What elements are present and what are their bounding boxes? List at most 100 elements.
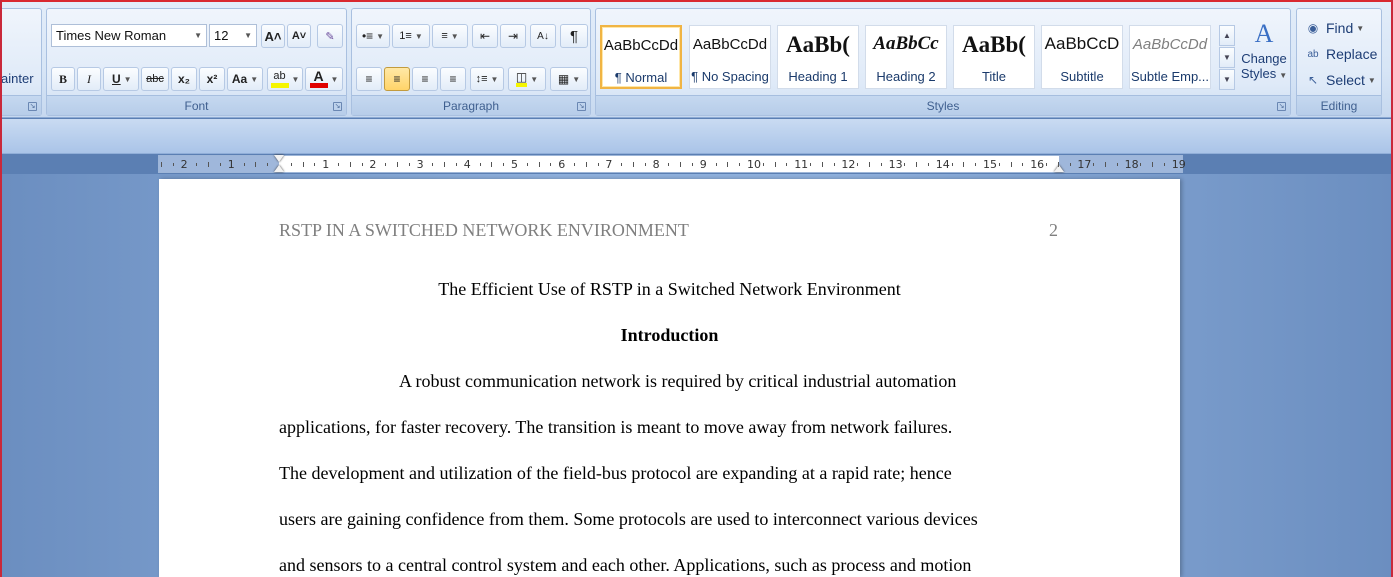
shading-button[interactable]: ◫ ▼ <box>508 67 546 91</box>
multilevel-list-button[interactable]: ≡ ▼ <box>432 24 468 48</box>
ruler-tick-label: 3 <box>416 158 424 171</box>
ruler-minor-tick <box>208 162 210 167</box>
style-title[interactable]: AaBb( Title <box>953 25 1035 89</box>
style-name: Heading 2 <box>876 69 936 84</box>
chevron-down-icon: ▼ <box>376 31 385 41</box>
chevron-down-icon: ▼ <box>1356 23 1365 33</box>
ruler-tick-label: 13 <box>888 158 903 171</box>
ruler-minor-tick <box>644 163 646 166</box>
chevron-down-icon: ▼ <box>123 74 132 84</box>
increase-indent-icon: ⇥ <box>507 29 519 43</box>
ruler-minor-tick <box>1069 163 1071 166</box>
format-painter-label[interactable]: ainter <box>1 71 34 86</box>
font-color-bar <box>309 83 328 88</box>
find-button[interactable]: ◉ Find ▼ <box>1305 17 1364 39</box>
ruler-minor-tick <box>916 162 918 167</box>
styles-dialog-launcher-icon[interactable]: ↘ <box>1277 102 1286 111</box>
ruler-minor-tick <box>397 162 398 167</box>
style-heading-2[interactable]: AaBbCc Heading 2 <box>865 25 947 89</box>
select-button[interactable]: ↖ Select ▼ <box>1305 69 1376 91</box>
style-heading-1[interactable]: AaBb( Heading 1 <box>777 25 859 89</box>
change-case-label: Aa <box>231 72 248 86</box>
align-center-icon: ≡ <box>393 72 401 86</box>
replace-button[interactable]: ab Replace <box>1305 43 1377 65</box>
replace-icon: ab <box>1307 48 1319 60</box>
align-left-icon: ≡ <box>365 72 373 86</box>
body-line: and sensors to a central control system … <box>279 555 972 575</box>
chevron-down-icon: ▼ <box>250 74 259 84</box>
clear-formatting-button[interactable]: ✎ <box>317 24 343 48</box>
clipboard-launcher-icon[interactable]: ↘ <box>28 102 37 111</box>
style-name: Title <box>981 69 1007 84</box>
ruler-minor-tick <box>774 162 776 167</box>
style-sample: AaBb( <box>962 32 1026 57</box>
change-styles-button[interactable]: A Change Styles ▼ <box>1239 17 1289 97</box>
font-size-combo[interactable]: 12 ▼ <box>209 24 257 47</box>
hanging-indent-marker[interactable] <box>274 165 284 172</box>
highlight-button[interactable]: ab ▼ <box>267 67 303 91</box>
highlight-icon: ab <box>270 70 289 88</box>
ruler-minor-tick <box>456 163 457 166</box>
ruler-minor-tick <box>998 163 1000 166</box>
align-center-button[interactable]: ≡ <box>384 67 410 91</box>
change-case-button[interactable]: Aa ▼ <box>227 67 263 91</box>
style-name: ¶ Normal <box>614 70 668 85</box>
chevron-down-icon: ▼ <box>450 31 459 41</box>
paragraph-dialog-launcher-icon[interactable]: ↘ <box>577 102 586 111</box>
ruler-tick-label: 9 <box>699 158 707 171</box>
ruler-tick-label: 2 <box>369 158 377 171</box>
ruler-minor-tick <box>975 163 977 166</box>
ruler-tick-label: 19 <box>1171 158 1186 171</box>
show-formatting-marks-button[interactable]: ¶ <box>560 24 588 48</box>
justify-button[interactable]: ≡ <box>440 67 466 91</box>
underline-button[interactable]: U ▼ <box>103 67 139 91</box>
italic-button[interactable]: I <box>77 67 101 91</box>
style-name: Subtitle <box>1060 69 1104 84</box>
ruler-minor-tick <box>692 163 693 166</box>
borders-button[interactable]: ▦ ▼ <box>550 67 588 91</box>
ruler-minor-tick <box>491 162 493 167</box>
sort-button[interactable]: A↓ <box>530 24 556 48</box>
ruler-minor-tick <box>526 163 528 166</box>
ruler-minor-tick <box>963 162 965 167</box>
paragraph-group: •≡ ▼ 1≡ ▼ ≡ ▼ ⇤ ⇥ A↓ ¶ ≡ ≡ ≡ ≡ ↕≡ ▼ ◫ ▼ ▦ ▼ Pa… <box>351 8 591 116</box>
strikethrough-button[interactable]: abc <box>141 67 169 91</box>
bullets-button[interactable]: •≡ ▼ <box>356 24 390 48</box>
bold-button[interactable]: B <box>51 67 75 91</box>
find-label: Find <box>1326 20 1354 36</box>
font-family-combo[interactable]: Times New Roman ▼ <box>51 24 207 47</box>
style-subtitle[interactable]: AaBbCcD Subtitle <box>1041 25 1123 89</box>
scroll-down-icon[interactable]: ▼ <box>1219 47 1235 68</box>
ruler-minor-tick <box>1140 163 1142 166</box>
ruler-minor-tick <box>349 162 351 167</box>
line-spacing-button[interactable]: ↕≡ ▼ <box>470 67 504 91</box>
font-dialog-launcher-icon[interactable]: ↘ <box>333 102 342 111</box>
decrease-indent-button[interactable]: ⇤ <box>472 24 498 48</box>
font-group: Times New Roman ▼ 12 ▼ A˄ A˅ ✎ B I U ▼ a… <box>46 8 347 116</box>
style-subtle-emphasis[interactable]: AaBbCcDd Subtle Emp... <box>1129 25 1211 89</box>
align-left-button[interactable]: ≡ <box>356 67 382 91</box>
subscript-button[interactable]: x₂ <box>171 67 197 91</box>
ruler-minor-tick <box>715 163 717 166</box>
more-styles-icon[interactable]: ▼ <box>1219 69 1235 90</box>
ruler-minor-tick <box>1010 162 1012 167</box>
ruler-minor-tick <box>479 163 481 166</box>
change-styles-icon: A <box>1254 19 1274 48</box>
grow-font-button[interactable]: A˄ <box>261 24 285 48</box>
scroll-up-icon[interactable]: ▲ <box>1219 25 1235 46</box>
style-no-spacing[interactable]: AaBbCcDd ¶ No Spacing <box>689 25 771 89</box>
numbering-button[interactable]: 1≡ ▼ <box>392 24 430 48</box>
style-normal[interactable]: AaBbCcDd ¶ Normal <box>600 25 682 89</box>
right-indent-marker[interactable] <box>1054 165 1064 172</box>
font-color-button[interactable]: A ▼ <box>305 67 343 91</box>
align-right-button[interactable]: ≡ <box>412 67 438 91</box>
ruler-minor-tick <box>1116 163 1118 166</box>
superscript-button[interactable]: x² <box>199 67 225 91</box>
chevron-down-icon: ▼ <box>1367 75 1376 85</box>
shrink-font-button[interactable]: A˅ <box>287 24 311 48</box>
document-page[interactable]: RSTP IN A SWITCHED NETWORK ENVIRONMENT 2… <box>159 179 1180 577</box>
section-heading: Introduction <box>620 325 719 345</box>
increase-indent-button[interactable]: ⇥ <box>500 24 526 48</box>
first-line-indent-marker[interactable] <box>274 155 284 162</box>
horizontal-ruler[interactable]: 2 1 1 2 3 4 5 6 7 8 9 10 11 12 13 14 15 16 17 18 19 <box>158 155 1186 173</box>
